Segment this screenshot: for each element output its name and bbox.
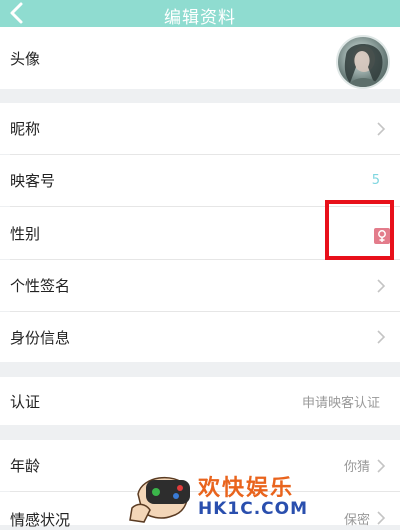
- identity-row[interactable]: 身份信息: [0, 312, 400, 362]
- certification-label: 认证: [10, 392, 41, 411]
- signature-label: 个性签名: [10, 277, 71, 295]
- avatar-photo-icon: [344, 44, 383, 87]
- chevron-right-icon: [377, 121, 386, 136]
- chevron-right-icon: [377, 278, 386, 293]
- chevron-right-icon: [377, 511, 386, 525]
- certification-value: 申请映客认证: [301, 395, 380, 411]
- age-value: 你猜: [343, 460, 370, 475]
- watermark-site: HK1C.COM: [198, 499, 309, 519]
- chevron-right-icon: [377, 330, 386, 344]
- nickname-row[interactable]: 昵称: [0, 103, 400, 154]
- top-bar: 编辑资料: [0, 0, 400, 28]
- certification-row[interactable]: 认证 申请映客认证: [0, 377, 400, 425]
- relationship-value: 保密: [343, 513, 370, 528]
- nickname-label: 昵称: [10, 120, 41, 138]
- yingke-id-row: 映客号 5: [0, 155, 400, 206]
- avatar-row[interactable]: 头像: [0, 27, 400, 89]
- highlight-box: [325, 200, 394, 260]
- age-label: 年龄: [10, 457, 41, 475]
- page-title: 编辑资料: [164, 8, 236, 28]
- yingke-id-label: 映客号: [10, 172, 56, 190]
- chevron-right-icon: [377, 458, 386, 473]
- watermark-title: 欢快娱乐: [198, 476, 295, 501]
- avatar[interactable]: [336, 35, 390, 89]
- relationship-label: 情感状况: [10, 511, 71, 529]
- gender-label: 性别: [10, 224, 41, 243]
- yingke-id-value: 5: [371, 173, 380, 188]
- identity-label: 身份信息: [10, 328, 71, 347]
- avatar-label: 头像: [10, 49, 41, 68]
- signature-row[interactable]: 个性签名: [0, 260, 400, 311]
